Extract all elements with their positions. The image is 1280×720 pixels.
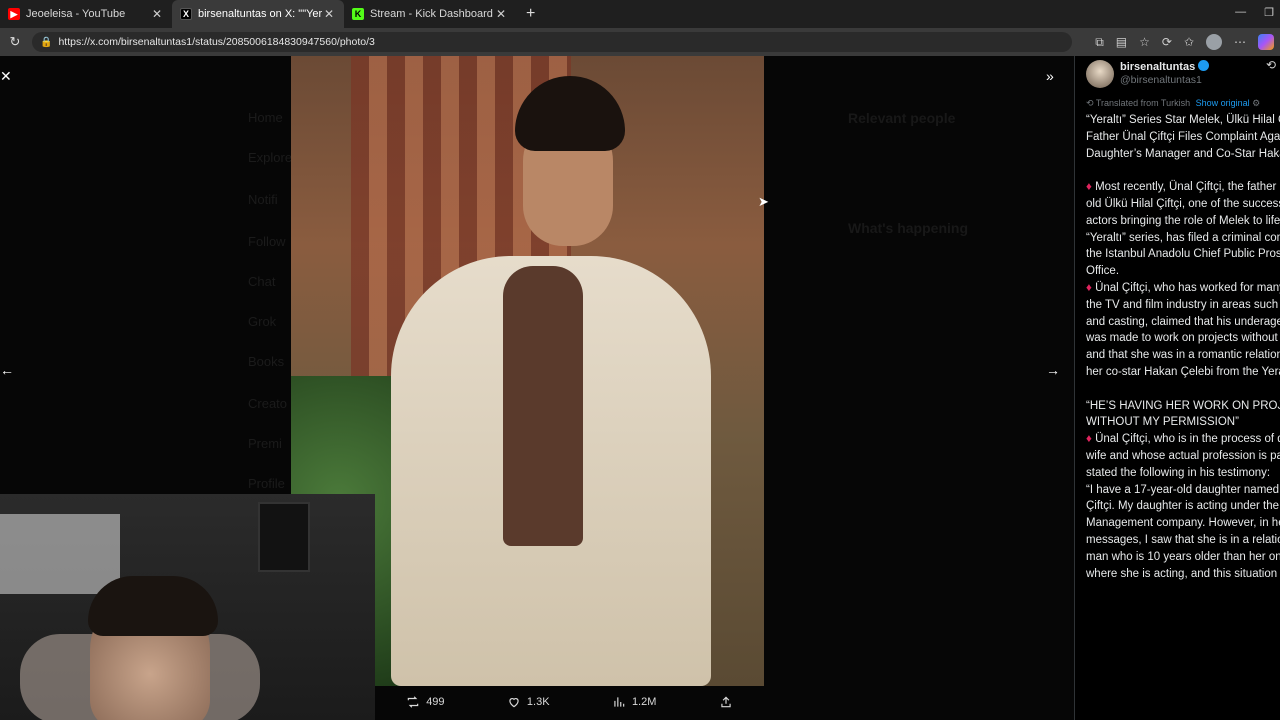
ghost-nav-home: Home: [248, 110, 283, 125]
views-icon: [614, 697, 625, 707]
views-button[interactable]: 1.2M: [612, 695, 656, 709]
url-text: https://x.com/birsenaltuntas1/status/208…: [58, 36, 375, 48]
more-icon[interactable]: ⋯: [1234, 35, 1246, 49]
profile-avatar[interactable]: [1206, 34, 1222, 50]
repost-icon: [407, 696, 419, 708]
repost-count: 499: [426, 696, 445, 708]
red-diamond-icon: ♦: [1086, 181, 1092, 194]
share-icon: [721, 696, 731, 708]
extensions-icon[interactable]: ⧉: [1095, 35, 1104, 50]
webcam-picture-frame: [258, 502, 310, 572]
x-icon: X: [180, 8, 192, 20]
tab-x-post[interactable]: X birsenaltuntas on X: ""Yeraltı" dizis …: [172, 0, 344, 28]
translation-note: ⟲ Translated from Turkish Show original …: [1086, 98, 1260, 109]
close-icon[interactable]: ✕: [150, 7, 164, 21]
browser-toolbar: ⧉ ▤ ☆ ⟳ ✩ ⋯: [1095, 34, 1274, 50]
heart-icon: [509, 698, 519, 708]
favorites-icon[interactable]: ✩: [1184, 35, 1194, 49]
reload-icon[interactable]: ↻: [0, 34, 30, 50]
reader-icon[interactable]: ▤: [1116, 35, 1127, 49]
repost-button[interactable]: 499: [406, 695, 445, 709]
settings-gear-icon[interactable]: ⚙: [1252, 98, 1260, 108]
post-detail-panel: birsenaltuntas @birsenaltuntas1 ⟲ ⟲ Tran…: [1074, 56, 1280, 720]
post-author[interactable]: birsenaltuntas @birsenaltuntas1: [1086, 58, 1280, 90]
ghost-nav-follow: Follow: [248, 234, 286, 249]
red-diamond-icon: ♦: [1086, 433, 1092, 446]
ghost-nav-notifications: Notifi: [248, 192, 278, 207]
next-photo-icon[interactable]: →: [1046, 362, 1060, 378]
red-diamond-icon: ♦: [1086, 281, 1092, 294]
author-name-row[interactable]: birsenaltuntas: [1120, 60, 1210, 73]
share-button[interactable]: [719, 695, 733, 709]
lock-icon[interactable]: 🔒: [40, 37, 52, 48]
ghost-nav-profile: Profile: [248, 476, 285, 491]
close-icon[interactable]: ✕: [322, 7, 336, 21]
new-tab-button[interactable]: +: [516, 5, 545, 23]
minimize-icon[interactable]: —: [1235, 6, 1246, 19]
ghost-nav-grok: Grok: [248, 314, 277, 329]
translate-icon: ⟲: [1086, 98, 1094, 108]
tab-title: birsenaltuntas on X: ""Yeraltı" dizis: [198, 8, 322, 20]
like-button[interactable]: 1.3K: [507, 695, 550, 709]
ghost-nav-creator: Creato: [248, 396, 288, 411]
post-text: “Yeraltı” Series Star Melek, Ülkü Hilal …: [1086, 112, 1280, 599]
view-count: 1.2M: [631, 696, 657, 708]
tab-youtube[interactable]: ▶ Jeoeleisa - YouTube ✕: [0, 0, 172, 28]
author-handle: @birsenaltuntas1: [1120, 74, 1202, 86]
close-icon[interactable]: ✕: [494, 7, 508, 21]
copilot-icon[interactable]: [1258, 34, 1274, 50]
ghost-relevant-title: Relevant people: [848, 110, 956, 126]
post-paragraph: ♦ Ünal Çiftçi, who is in the process of …: [1086, 431, 1280, 481]
photo-shirt: [503, 266, 583, 546]
ghost-nav-bookmarks: Books: [248, 354, 285, 369]
window-controls: — ❐: [1235, 6, 1274, 19]
webcam-whiteboard: [0, 514, 120, 594]
kick-icon: K: [352, 8, 364, 20]
previous-photo-icon[interactable]: ←: [0, 362, 14, 378]
webcam-overlay: [0, 494, 375, 720]
favorite-star-icon[interactable]: ☆: [1139, 35, 1150, 49]
collapse-panel-icon[interactable]: »: [1046, 68, 1054, 84]
post-subheading: “HE’S HAVING HER WORK ON PROJECTS WITHOU…: [1086, 399, 1280, 429]
tab-kick[interactable]: K Stream - Kick Dashboard ✕: [344, 0, 516, 28]
address-input[interactable]: 🔒 https://x.com/birsenaltuntas1/status/2…: [32, 32, 1072, 52]
author-avatar[interactable]: [1086, 60, 1114, 88]
restore-icon[interactable]: ❐: [1264, 6, 1274, 19]
post-paragraph-quote: “I have a 17-year-old daughter named Ülk…: [1086, 483, 1280, 580]
webcam-hair: [88, 576, 218, 636]
post-paragraph: ♦ Most recently, Ünal Çiftçi, the father…: [1086, 179, 1280, 280]
youtube-icon: ▶: [8, 8, 20, 20]
tab-bar: ▶ Jeoeleisa - YouTube ✕ X birsenaltuntas…: [0, 0, 1280, 28]
like-count: 1.3K: [526, 696, 550, 708]
verified-badge-icon: [1198, 60, 1210, 71]
ghost-nav-premium: Premi: [248, 436, 282, 451]
translated-label: Translated from Turkish: [1095, 98, 1191, 108]
paragraph-text: Most recently, Ünal Çiftçi, the father o…: [1086, 181, 1280, 278]
mouse-cursor-icon: ➤: [758, 194, 769, 209]
photo-actions-bar: 499 1.3K 1.2M: [375, 688, 764, 716]
tab-title: Jeoeleisa - YouTube: [26, 8, 126, 20]
address-bar-row: ↻ 🔒 https://x.com/birsenaltuntas1/status…: [0, 28, 1280, 56]
ghost-nav-explore: Explore: [248, 150, 293, 165]
author-name: birsenaltuntas: [1120, 61, 1196, 73]
grok-icon[interactable]: ⟲: [1266, 58, 1276, 72]
refresh-icon[interactable]: ⟳: [1162, 35, 1172, 49]
ghost-nav-chat: Chat: [248, 274, 276, 289]
post-paragraph: ♦ Ünal Çiftçi, who has worked for many y…: [1086, 280, 1280, 381]
paragraph-text: Ünal Çiftçi, who is in the process of di…: [1086, 433, 1280, 479]
show-original-link[interactable]: Show original: [1196, 98, 1250, 108]
tab-title: Stream - Kick Dashboard: [370, 8, 493, 20]
paragraph-text: Ünal Çiftçi, who has worked for many yea…: [1086, 281, 1280, 378]
ghost-happening-title: What's happening: [848, 220, 968, 236]
post-paragraph-headline: “Yeraltı” Series Star Melek, Ülkü Hilal …: [1086, 114, 1280, 160]
close-icon[interactable]: ✕: [0, 68, 12, 85]
